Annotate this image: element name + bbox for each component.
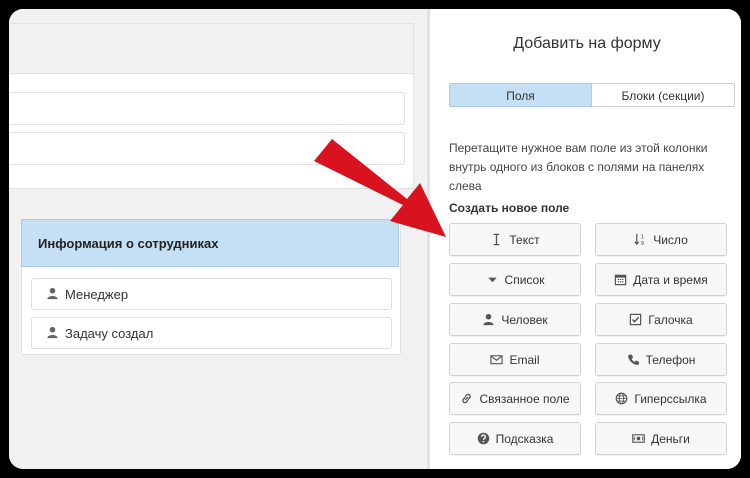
panel-tabs: Поля Блоки (секции) [449, 83, 735, 107]
number-sort-icon: 19 [634, 233, 647, 246]
red-arrow-icon [314, 139, 446, 237]
field-linked-button[interactable]: Связанное поле [449, 382, 581, 415]
field-email-label: Email [509, 352, 540, 367]
field-label: Задачу создал [65, 326, 154, 341]
field-hyperlink-label: Гиперссылка [634, 391, 707, 406]
field-email-button[interactable]: Email [449, 343, 581, 376]
envelope-icon [490, 353, 504, 366]
user-icon [46, 287, 59, 300]
field-phone-label: Телефон [645, 352, 696, 367]
field-person-label: Человек [501, 312, 548, 327]
checkbox-icon [629, 313, 642, 326]
tab-blocks[interactable]: Блоки (секции) [592, 83, 735, 107]
field-person-button[interactable]: Человек [449, 303, 581, 336]
svg-text:1: 1 [641, 235, 645, 241]
add-to-form-panel: Добавить на форму Поля Блоки (секции) Пе… [427, 9, 741, 469]
field-hyperlink-button[interactable]: Гиперссылка [595, 382, 727, 415]
field-hint-button[interactable]: Подсказка [449, 422, 581, 455]
screenshot-frame: Информация о сотрудниках Менеджер Задачу… [9, 9, 741, 469]
text-cursor-icon [490, 233, 503, 246]
field-label: Менеджер [65, 287, 129, 302]
form-field-row[interactable] [9, 92, 405, 125]
user-icon [46, 326, 59, 339]
section-title: Создать новое поле [449, 201, 570, 215]
globe-icon [615, 392, 628, 405]
user-icon [482, 313, 495, 326]
tab-fields[interactable]: Поля [449, 83, 592, 107]
field-task-creator[interactable]: Задачу создал [31, 317, 392, 349]
field-linked-label: Связанное поле [479, 391, 570, 406]
field-hint-label: Подсказка [495, 431, 554, 446]
question-icon [477, 432, 490, 445]
field-money-button[interactable]: Деньги [595, 422, 727, 455]
svg-text:9: 9 [641, 241, 645, 246]
field-phone-button[interactable]: Телефон [595, 343, 727, 376]
calendar-icon [614, 273, 627, 286]
field-number-label: Число [653, 232, 688, 247]
field-checkbox-label: Галочка [648, 312, 693, 327]
field-text-button[interactable]: Текст [449, 223, 581, 256]
field-list-label: Список [504, 272, 545, 287]
panel-title: Добавить на форму [513, 35, 661, 52]
field-list-button[interactable]: Список [449, 263, 581, 296]
field-money-label: Деньги [651, 431, 690, 446]
help-text: Перетащите нужное вам поле из этой колон… [449, 141, 708, 193]
field-number-button[interactable]: 19 Число [595, 223, 727, 256]
link-icon [460, 392, 473, 405]
money-icon [632, 432, 645, 445]
field-manager[interactable]: Менеджер [31, 278, 392, 310]
field-text-label: Текст [509, 232, 540, 247]
form-block-header[interactable] [9, 24, 413, 74]
field-checkbox-button[interactable]: Галочка [595, 303, 727, 336]
field-datetime-label: Дата и время [633, 272, 708, 287]
field-datetime-button[interactable]: Дата и время [595, 263, 727, 296]
caret-down-icon [486, 273, 499, 286]
phone-icon [627, 353, 640, 366]
